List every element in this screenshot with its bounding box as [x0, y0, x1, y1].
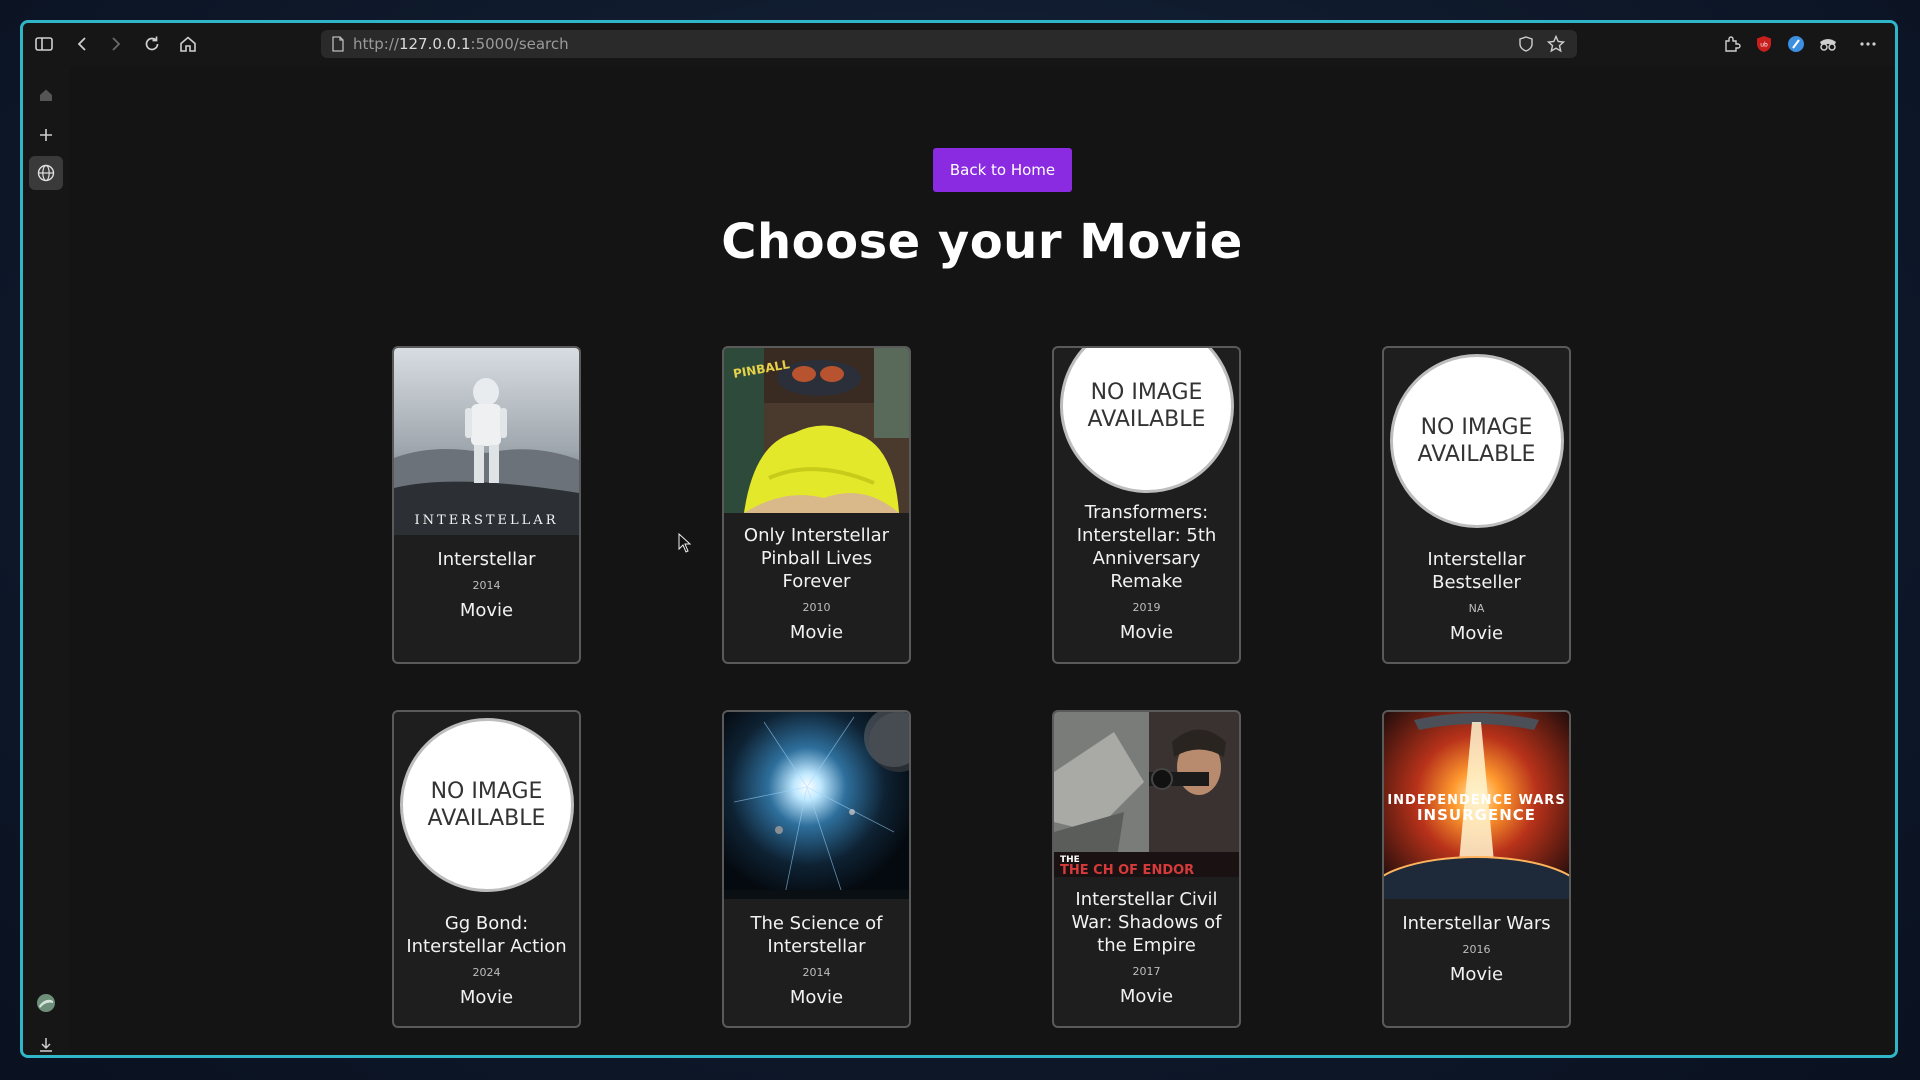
movie-type: Movie	[789, 622, 844, 643]
downloads-icon[interactable]	[29, 1028, 63, 1055]
movie-title: Interstellar Wars	[1402, 913, 1551, 934]
mouse-cursor-icon	[678, 532, 692, 557]
sidebar-home-icon[interactable]	[29, 78, 63, 112]
movie-title: Only Interstellar Pinball Lives Forever	[743, 525, 890, 592]
back-to-home-button[interactable]: Back to Home	[933, 148, 1072, 192]
movie-type: Movie	[1449, 623, 1504, 644]
movie-year: 2024	[472, 966, 501, 979]
movie-title: Interstellar	[437, 549, 536, 570]
movie-year: 2017	[1132, 965, 1161, 978]
movie-type: Movie	[1119, 986, 1174, 1007]
forward-arrow-icon[interactable]	[101, 31, 131, 57]
movie-type: Movie	[1449, 964, 1504, 985]
ublock-icon[interactable]: ub	[1749, 31, 1779, 57]
movie-poster: PINBALL	[724, 348, 909, 513]
movie-title: Interstellar Bestseller	[1427, 549, 1526, 593]
movie-poster: NO IMAGE AVAILABLE	[1384, 348, 1569, 528]
reload-icon[interactable]	[137, 31, 167, 57]
movie-card[interactable]: INDEPENDENCE WARS INSURGENCE Interstella…	[1382, 710, 1571, 1028]
movie-title: Gg Bond: Interstellar Action	[406, 913, 567, 957]
movie-poster: INDEPENDENCE WARS INSURGENCE	[1384, 712, 1569, 899]
extensions-icon[interactable]	[1717, 31, 1747, 57]
movie-year: NA	[1468, 602, 1485, 615]
poster-logo-text: INTERSTELLAR	[415, 513, 559, 528]
movie-year: 2016	[1462, 943, 1491, 956]
movie-title: Interstellar Civil War: Shadows of the E…	[1071, 889, 1222, 956]
address-bar[interactable]: http://127.0.0.1:5000/search	[321, 30, 1577, 58]
browser-toolbar: http://127.0.0.1:5000/search ub	[23, 23, 1895, 66]
home-icon[interactable]	[173, 31, 203, 57]
movie-card[interactable]: NO IMAGE AVAILABLE Gg Bond: Interstellar…	[392, 710, 581, 1028]
no-image-placeholder: NO IMAGE AVAILABLE	[1389, 354, 1564, 528]
private-mask-icon[interactable]	[1813, 31, 1843, 57]
extension-blue-icon[interactable]	[1781, 31, 1811, 57]
movie-poster	[724, 712, 909, 899]
globe-tab-icon[interactable]	[29, 156, 63, 190]
movie-poster: INTERSTELLAR	[394, 348, 579, 535]
menu-more-icon[interactable]	[1853, 31, 1883, 57]
movie-title: The Science of Interstellar	[750, 913, 883, 957]
movie-year: 2019	[1132, 601, 1161, 614]
movie-poster: NO IMAGE AVAILABLE	[1054, 348, 1239, 493]
no-image-placeholder: NO IMAGE AVAILABLE	[1059, 348, 1234, 493]
back-arrow-icon[interactable]	[67, 31, 97, 57]
movie-type: Movie	[459, 987, 514, 1008]
movie-type: Movie	[459, 600, 514, 621]
movie-card[interactable]: THE THE CH OF ENDOR Interstellar Civil W…	[1052, 710, 1241, 1028]
svg-text:ub: ub	[1760, 42, 1768, 49]
page-content: Back to Home Choose your Movie INTERSTEL…	[69, 66, 1895, 1055]
movie-card[interactable]: NO IMAGE AVAILABLE Transformers: Interst…	[1052, 346, 1241, 664]
page-icon	[331, 36, 345, 52]
movie-poster: THE THE CH OF ENDOR	[1054, 712, 1239, 877]
movie-year: 2014	[802, 966, 831, 979]
bookmark-star-icon[interactable]	[1547, 35, 1565, 53]
movie-card[interactable]: INTERSTELLAR Interstellar 2014 Movie	[392, 346, 581, 664]
movie-card[interactable]: The Science of Interstellar 2014 Movie	[722, 710, 911, 1028]
movie-title: Transformers: Interstellar: 5th Annivers…	[1076, 502, 1217, 592]
profile-avatar-icon[interactable]	[29, 986, 63, 1020]
url-text: http://127.0.0.1:5000/search	[353, 35, 569, 53]
movie-type: Movie	[1119, 622, 1174, 643]
movie-type: Movie	[789, 987, 844, 1008]
sidebar-toggle-icon[interactable]	[29, 31, 59, 57]
movie-card[interactable]: PINBALL Only Interstellar Pinball Lives …	[722, 346, 911, 664]
page-title: Choose your Movie	[721, 214, 1243, 270]
close-icon[interactable]	[1887, 31, 1895, 57]
shield-icon[interactable]	[1519, 36, 1533, 52]
new-tab-plus-icon[interactable]	[29, 118, 63, 152]
movie-year: 2010	[802, 601, 831, 614]
movie-year: 2014	[472, 579, 501, 592]
poster-logo-text: THE CH OF ENDOR	[1060, 863, 1194, 877]
movie-card[interactable]: NO IMAGE AVAILABLE Interstellar Bestsell…	[1382, 346, 1571, 664]
poster-logo-text: INSURGENCE	[1417, 806, 1536, 824]
browser-window: http://127.0.0.1:5000/search ub Back to …	[20, 20, 1898, 1058]
no-image-placeholder: NO IMAGE AVAILABLE	[399, 718, 574, 892]
movie-poster: NO IMAGE AVAILABLE	[394, 712, 579, 892]
browser-sidebar	[23, 66, 69, 1055]
